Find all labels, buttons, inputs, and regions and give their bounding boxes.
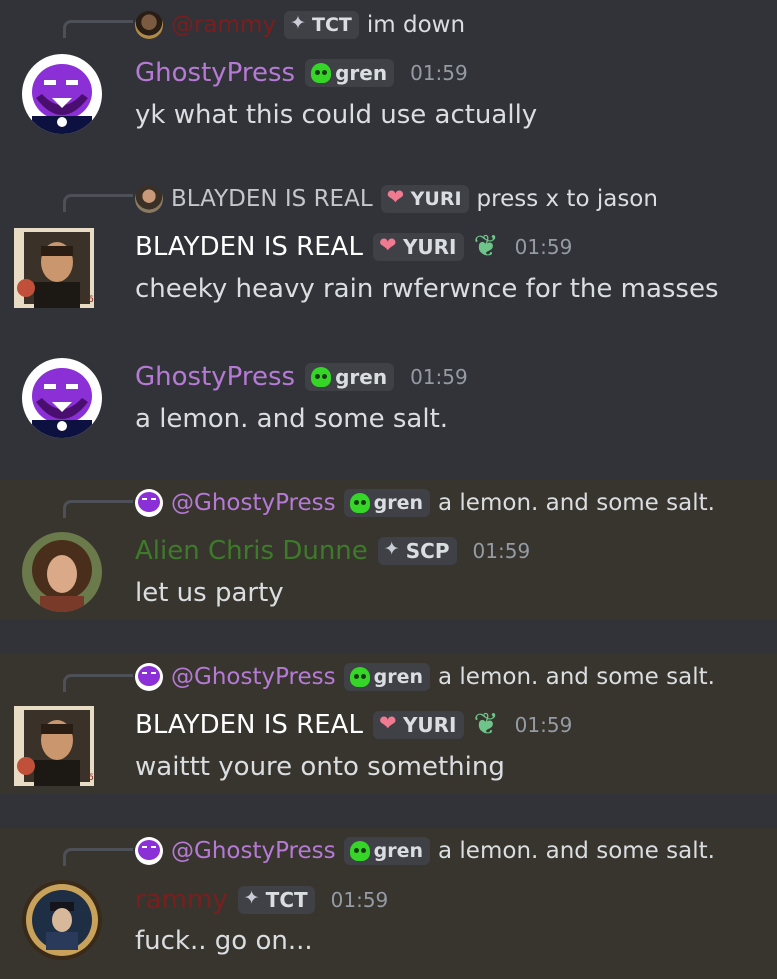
- reply-preview[interactable]: @GhostyPress gren a lemon. and some salt…: [135, 836, 715, 866]
- green-skull-icon: [349, 493, 370, 513]
- author-name[interactable]: rammy: [135, 885, 228, 915]
- reply-text[interactable]: a lemon. and some salt.: [438, 490, 715, 516]
- reply-preview[interactable]: @GhostyPress gren a lemon. and some salt…: [135, 488, 715, 518]
- reply-avatar[interactable]: [135, 11, 163, 39]
- leaf-badge-icon[interactable]: ❦: [474, 710, 499, 740]
- timestamp[interactable]: 01:59: [473, 539, 531, 563]
- message-0: @rammy TCT im down GhostyPress gren 01:5…: [0, 0, 777, 142]
- author-name[interactable]: Alien Chris Dunne: [135, 536, 368, 566]
- reply-role-tag: YURI: [380, 185, 469, 213]
- reply-text[interactable]: a lemon. and some salt.: [438, 838, 715, 864]
- author-name[interactable]: GhostyPress: [135, 362, 295, 392]
- timestamp[interactable]: 01:59: [331, 888, 389, 912]
- diamond-icon: [384, 538, 402, 560]
- message-content: fuck.. go on...: [135, 926, 313, 956]
- reply-spine: [63, 194, 133, 212]
- timestamp[interactable]: 01:59: [515, 235, 573, 259]
- pink-heart-icon: [379, 233, 399, 257]
- reply-spine: [63, 20, 133, 38]
- message-content: yk what this could use actually: [135, 100, 538, 130]
- diamond-icon: [290, 12, 308, 34]
- green-skull-icon: [349, 667, 370, 687]
- message-content: waittt youre onto something: [135, 752, 505, 782]
- reply-role-tag: TCT: [283, 11, 359, 39]
- message-content: cheeky heavy rain rwferwnce for the mass…: [135, 274, 719, 304]
- timestamp[interactable]: 01:59: [410, 61, 468, 85]
- role-tag: gren: [305, 59, 395, 87]
- avatar[interactable]: [22, 358, 102, 438]
- diamond-icon: [244, 887, 262, 909]
- leaf-badge-icon[interactable]: ❦: [474, 232, 499, 262]
- reply-avatar[interactable]: [135, 663, 163, 691]
- timestamp[interactable]: 01:59: [410, 365, 468, 389]
- avatar[interactable]: 6♣: [14, 706, 94, 786]
- reply-author[interactable]: @GhostyPress: [171, 664, 336, 690]
- reply-spine: [63, 674, 133, 692]
- avatar[interactable]: [22, 880, 102, 960]
- reply-spine: [63, 848, 133, 866]
- reply-text[interactable]: press x to jason: [477, 186, 658, 212]
- pink-heart-icon: [379, 711, 399, 735]
- reply-author[interactable]: @rammy: [171, 12, 276, 38]
- ghost-avatar-icon: [22, 54, 102, 134]
- author-name[interactable]: BLAYDEN IS REAL: [135, 232, 363, 262]
- message-header: GhostyPress gren 01:59: [135, 55, 468, 91]
- reply-preview[interactable]: BLAYDEN IS REAL YURI press x to jason: [135, 184, 658, 214]
- ghost-avatar-icon: [22, 358, 102, 438]
- avatar[interactable]: [22, 532, 102, 612]
- reply-role-tag: gren: [343, 837, 431, 865]
- reply-role-tag: gren: [343, 663, 431, 691]
- avatar[interactable]: [22, 54, 102, 134]
- chris-dunne-avatar-icon: [22, 532, 102, 612]
- message-header: Alien Chris Dunne SCP 01:59: [135, 533, 530, 569]
- role-tag: TCT: [237, 886, 315, 914]
- reply-preview[interactable]: @rammy TCT im down: [135, 10, 465, 40]
- reply-avatar[interactable]: [135, 489, 163, 517]
- role-tag: YURI: [372, 233, 464, 261]
- svg-text:6♣: 6♣: [88, 773, 94, 783]
- reply-text[interactable]: im down: [367, 12, 465, 38]
- green-skull-icon: [311, 63, 332, 83]
- role-tag: YURI: [372, 711, 464, 739]
- reply-author[interactable]: @GhostyPress: [171, 490, 336, 516]
- reply-text[interactable]: a lemon. and some salt.: [438, 664, 715, 690]
- author-name[interactable]: BLAYDEN IS REAL: [135, 710, 363, 740]
- timestamp[interactable]: 01:59: [515, 713, 573, 737]
- reply-author[interactable]: BLAYDEN IS REAL: [171, 186, 373, 212]
- message-content: a lemon. and some salt.: [135, 404, 449, 434]
- message-2: GhostyPress gren 01:59 a lemon. and some…: [0, 342, 777, 468]
- message-5: @GhostyPress gren a lemon. and some salt…: [0, 828, 777, 979]
- reply-role-tag: gren: [343, 489, 431, 517]
- message-3: @GhostyPress gren a lemon. and some salt…: [0, 480, 777, 620]
- reply-author[interactable]: @GhostyPress: [171, 838, 336, 864]
- role-tag: gren: [305, 363, 395, 391]
- message-4: @GhostyPress gren a lemon. and some salt…: [0, 654, 777, 794]
- svg-text:6♣: 6♣: [88, 295, 94, 305]
- green-skull-icon: [311, 367, 332, 387]
- message-header: GhostyPress gren 01:59: [135, 359, 468, 395]
- message-content: let us party: [135, 578, 284, 608]
- green-skull-icon: [349, 841, 370, 861]
- message-header: rammy TCT 01:59: [135, 882, 388, 918]
- message-1: BLAYDEN IS REAL YURI press x to jason 6♣…: [0, 166, 777, 318]
- reply-avatar[interactable]: [135, 185, 163, 213]
- role-tag: SCP: [377, 537, 457, 565]
- pink-heart-icon: [387, 185, 407, 209]
- reply-spine: [63, 500, 133, 518]
- rammy-avatar-icon: [22, 880, 102, 960]
- blayden-card-avatar-icon: 6♣: [14, 706, 94, 786]
- blayden-card-avatar-icon: 6♣: [14, 228, 94, 308]
- message-header: BLAYDEN IS REAL YURI ❦ 01:59: [135, 229, 572, 265]
- avatar[interactable]: 6♣: [14, 228, 94, 308]
- reply-preview[interactable]: @GhostyPress gren a lemon. and some salt…: [135, 662, 715, 692]
- message-header: BLAYDEN IS REAL YURI ❦ 01:59: [135, 707, 572, 743]
- reply-avatar[interactable]: [135, 837, 163, 865]
- author-name[interactable]: GhostyPress: [135, 58, 295, 88]
